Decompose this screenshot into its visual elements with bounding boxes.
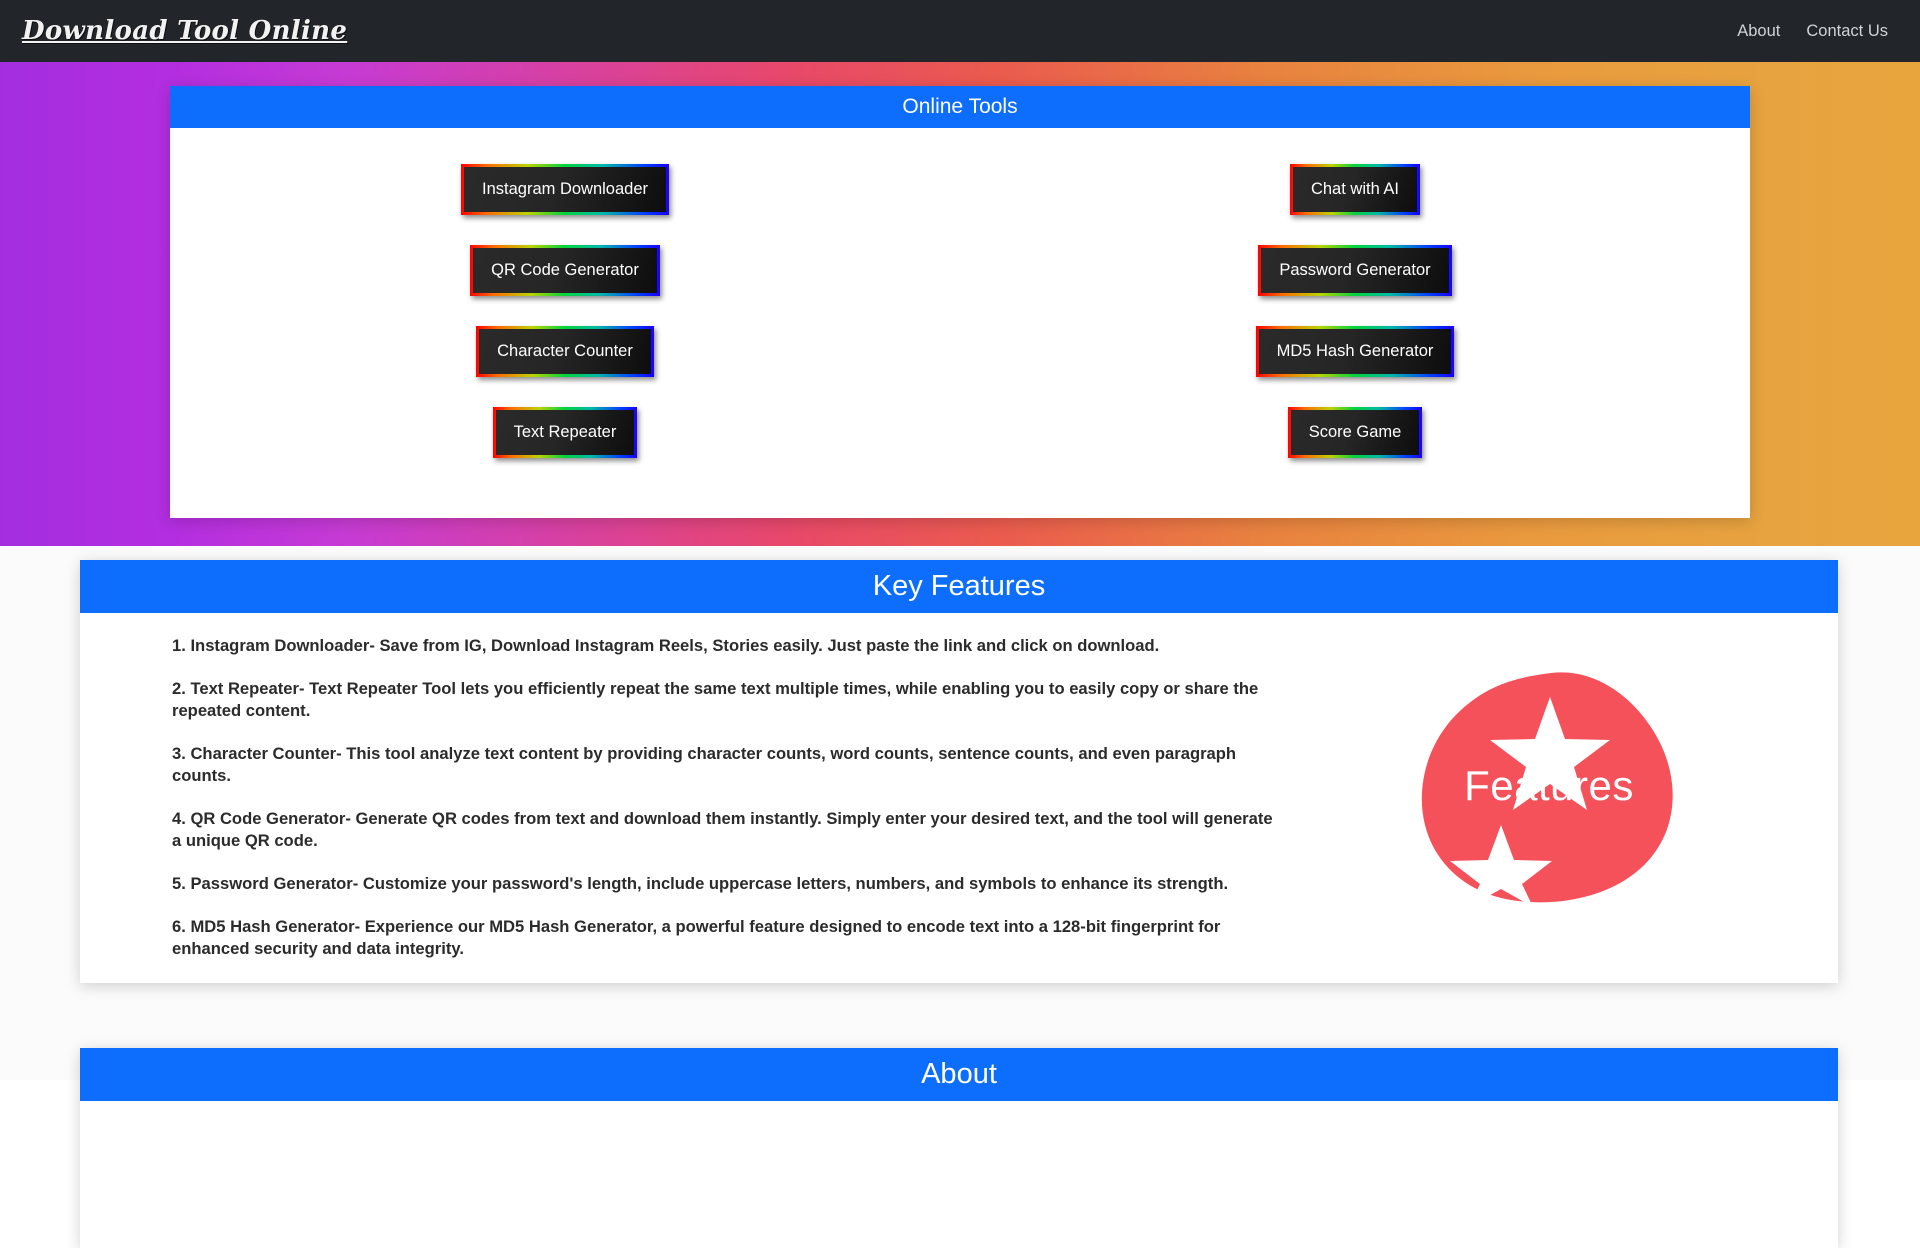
tool-slot: Text Repeater — [492, 392, 638, 473]
tools-column-left: Instagram Downloader QR Code Generator C… — [170, 128, 960, 518]
key-features-header: Key Features — [80, 560, 1838, 613]
nav-link-about[interactable]: About — [1737, 22, 1780, 41]
tool-slot: Instagram Downloader — [461, 149, 669, 230]
tool-button-label: Instagram Downloader — [464, 167, 666, 212]
tool-slot: Password Generator — [1258, 230, 1452, 311]
key-features-artwork: Features — [1274, 631, 1824, 973]
tool-button-label: Chat with AI — [1292, 167, 1418, 212]
online-tools-body: Instagram Downloader QR Code Generator C… — [170, 128, 1750, 518]
online-tools-card: Online Tools Instagram Downloader QR Cod… — [170, 86, 1750, 518]
tool-button-label: QR Code Generator — [473, 248, 657, 293]
feature-item: 5. Password Generator- Customize your pa… — [172, 873, 1229, 893]
tool-button-label: Score Game — [1290, 410, 1420, 455]
feature-item: 2. Text Repeater- Text Repeater Tool let… — [172, 678, 1259, 721]
tool-button-label: Password Generator — [1261, 248, 1449, 293]
key-features-card: Key Features 1. Instagram Downloader- Sa… — [80, 560, 1838, 983]
tool-button-qr-code-generator[interactable]: QR Code Generator — [470, 245, 660, 296]
about-header: About — [80, 1048, 1838, 1101]
tool-slot: MD5 Hash Generator — [1255, 311, 1455, 392]
tool-button-instagram-downloader[interactable]: Instagram Downloader — [461, 164, 669, 215]
key-features-body: 1. Instagram Downloader- Save from IG, D… — [80, 613, 1838, 983]
feature-item: 3. Character Counter- This tool analyze … — [172, 743, 1237, 786]
tool-slot: Character Counter — [476, 311, 654, 392]
key-features-text-list: 1. Instagram Downloader- Save from IG, D… — [94, 631, 1274, 973]
features-blob-graphic: Features — [1419, 667, 1679, 907]
online-tools-header: Online Tools — [170, 86, 1750, 128]
tool-button-md5-hash-generator[interactable]: MD5 Hash Generator — [1255, 326, 1455, 377]
tool-button-label: Character Counter — [479, 329, 651, 374]
tool-button-password-generator[interactable]: Password Generator — [1258, 245, 1452, 296]
tool-slot: Score Game — [1287, 392, 1423, 473]
tool-slot: Chat with AI — [1289, 149, 1421, 230]
features-blob-icon — [1421, 672, 1673, 907]
brand-logo[interactable]: Download Tool Online — [22, 16, 347, 46]
tool-button-score-game[interactable]: Score Game — [1287, 407, 1423, 458]
tool-button-label: MD5 Hash Generator — [1258, 329, 1452, 374]
about-card: About — [80, 1048, 1838, 1248]
nav-link-contact-us[interactable]: Contact Us — [1806, 22, 1888, 41]
tool-button-chat-with-ai[interactable]: Chat with AI — [1289, 164, 1421, 215]
top-navbar: Download Tool Online About Contact Us — [0, 0, 1920, 62]
tool-button-character-counter[interactable]: Character Counter — [476, 326, 654, 377]
feature-item: 1. Instagram Downloader- Save from IG, D… — [172, 636, 1160, 655]
tool-slot: QR Code Generator — [470, 230, 660, 311]
tools-column-right: Chat with AI Password Generator MD5 Hash… — [960, 128, 1750, 518]
feature-item: 6. MD5 Hash Generator- Experience our MD… — [172, 916, 1221, 959]
feature-item: 4. QR Code Generator- Generate QR codes … — [172, 808, 1273, 851]
nav-links: About Contact Us — [1737, 22, 1888, 41]
tool-button-text-repeater[interactable]: Text Repeater — [492, 407, 638, 458]
tool-button-label: Text Repeater — [495, 410, 635, 455]
